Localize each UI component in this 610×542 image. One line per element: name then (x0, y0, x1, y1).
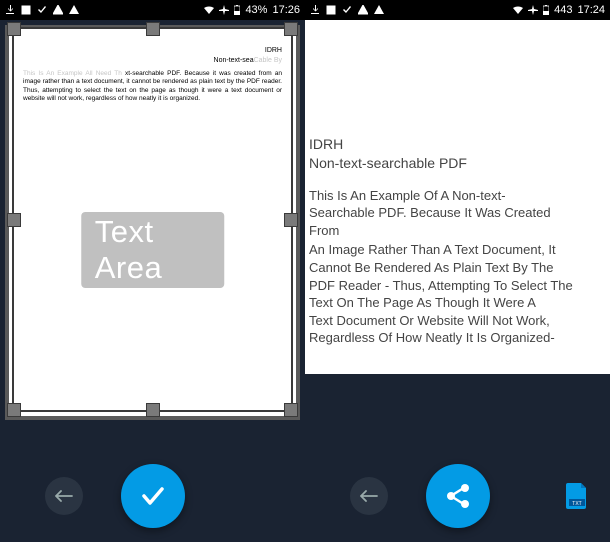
warning-icon (69, 5, 79, 15)
right-screen: 443 17:24 IDRH Non-text-searchable PDF T… (305, 0, 610, 542)
wifi-icon (204, 6, 214, 14)
back-button[interactable] (45, 477, 83, 515)
text-para-1: This Is An Example Of A Non-text- Search… (309, 187, 604, 240)
left-screen: 43% 17:26 IDRH Non-text-seaCable By This… (0, 0, 305, 542)
battery-icon (543, 5, 549, 15)
warning-icon (53, 5, 63, 15)
share-icon (443, 481, 473, 511)
text-heading: IDRH (309, 135, 604, 154)
crop-handle-mr[interactable] (284, 213, 298, 227)
battery-percent: 443 (554, 4, 572, 16)
airplane-icon (528, 5, 538, 15)
back-button[interactable] (350, 477, 388, 515)
crop-handle-bl[interactable] (7, 403, 21, 417)
status-bar: 443 17:24 (305, 0, 610, 20)
clock-time: 17:26 (272, 4, 300, 16)
text-page[interactable]: IDRH Non-text-searchable PDF This Is An … (305, 20, 610, 374)
crop-handle-tm[interactable] (146, 22, 160, 36)
text-view: IDRH Non-text-searchable PDF This Is An … (305, 20, 610, 450)
text-para-2: An Image Rather Than A Text Document, It… (309, 241, 604, 346)
check-icon (137, 480, 169, 512)
export-txt-button[interactable]: TXT (566, 483, 588, 509)
image-icon (21, 5, 31, 15)
airplane-icon (219, 5, 229, 15)
crop-handle-tr[interactable] (284, 22, 298, 36)
bottom-bar-left (0, 450, 305, 542)
battery-icon (234, 5, 240, 15)
download-icon (310, 5, 320, 15)
status-bar: 43% 17:26 (0, 0, 305, 20)
crop-container[interactable]: IDRH Non-text-seaCable By This Is An Exa… (5, 25, 300, 420)
clock-time: 17:24 (577, 4, 605, 16)
image-icon (326, 5, 336, 15)
crop-handle-bm[interactable] (146, 403, 160, 417)
check-icon (37, 5, 47, 15)
crop-handle-tl[interactable] (7, 22, 21, 36)
check-icon (342, 5, 352, 15)
crop-handle-br[interactable] (284, 403, 298, 417)
extracted-text: IDRH Non-text-searchable PDF This Is An … (305, 20, 610, 347)
download-icon (5, 5, 15, 15)
warning-icon (374, 5, 384, 15)
crop-frame[interactable] (12, 27, 293, 412)
confirm-button[interactable] (121, 464, 185, 528)
txt-file-icon: TXT (566, 483, 588, 509)
crop-view: IDRH Non-text-seaCable By This Is An Exa… (0, 20, 305, 450)
share-button[interactable] (426, 464, 490, 528)
battery-percent: 43% (245, 4, 267, 16)
wifi-icon (513, 6, 523, 14)
svg-text:TXT: TXT (572, 501, 581, 507)
crop-handle-ml[interactable] (7, 213, 21, 227)
text-subheading: Non-text-searchable PDF (309, 154, 604, 173)
warning-icon (358, 5, 368, 15)
bottom-bar-right: TXT (305, 450, 610, 542)
